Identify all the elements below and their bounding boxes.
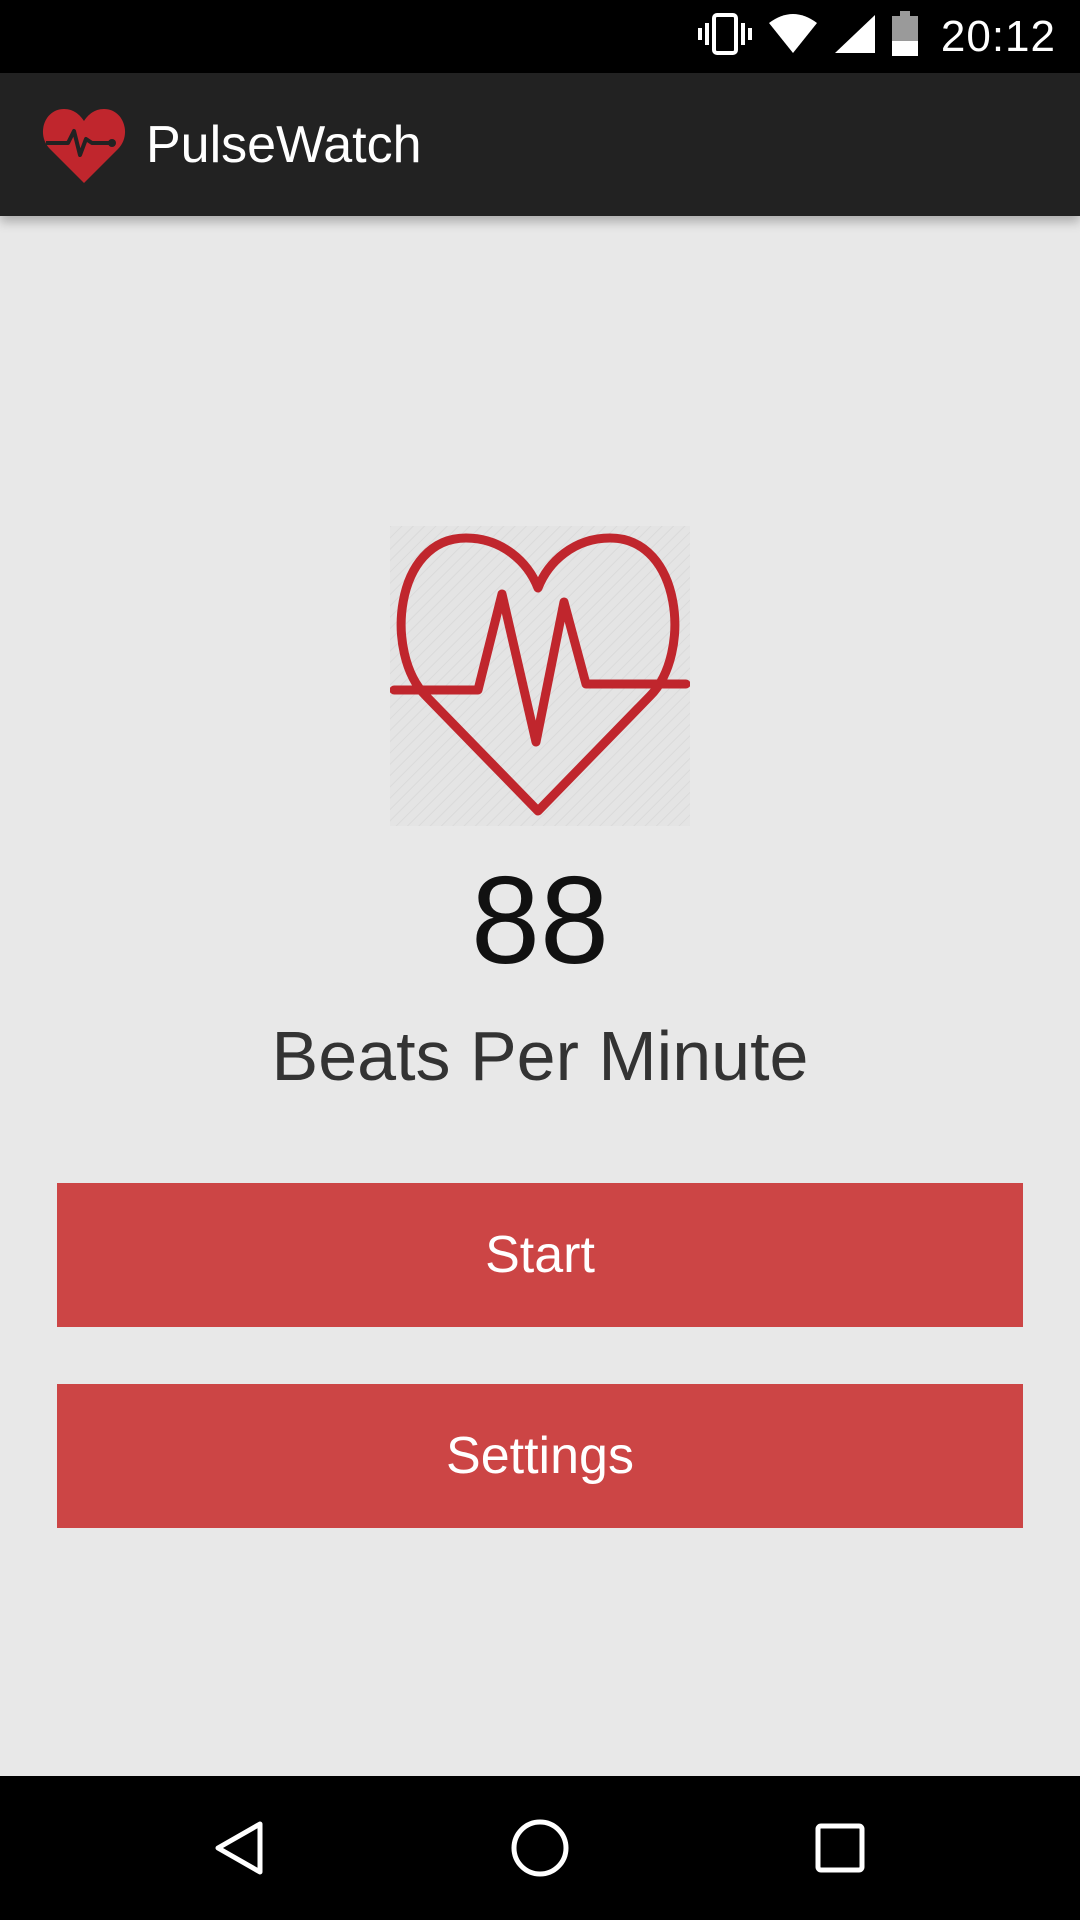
battery-icon [891, 11, 919, 62]
main-content: 88 Beats Per Minute [0, 216, 1080, 1776]
back-icon[interactable] [198, 1806, 282, 1890]
heart-pulse-logo-icon [42, 105, 126, 185]
status-bar: 20:12 [0, 0, 1080, 73]
recents-icon[interactable] [798, 1806, 882, 1890]
bpm-value: 88 [471, 852, 609, 990]
status-icons: 20:12 [697, 0, 1056, 73]
home-icon[interactable] [498, 1806, 582, 1890]
settings-button[interactable]: Settings [57, 1384, 1023, 1528]
app-bar: PulseWatch [0, 73, 1080, 216]
app-title: PulseWatch [146, 116, 422, 174]
wifi-icon [767, 13, 819, 60]
start-button[interactable]: Start [57, 1183, 1023, 1327]
bpm-label: Beats Per Minute [271, 1017, 809, 1095]
heart-pulse-icon [389, 526, 691, 826]
cell-signal-icon [833, 13, 877, 60]
navigation-bar [0, 1776, 1080, 1920]
status-time: 20:12 [940, 11, 1056, 61]
vibrate-icon [697, 11, 753, 62]
